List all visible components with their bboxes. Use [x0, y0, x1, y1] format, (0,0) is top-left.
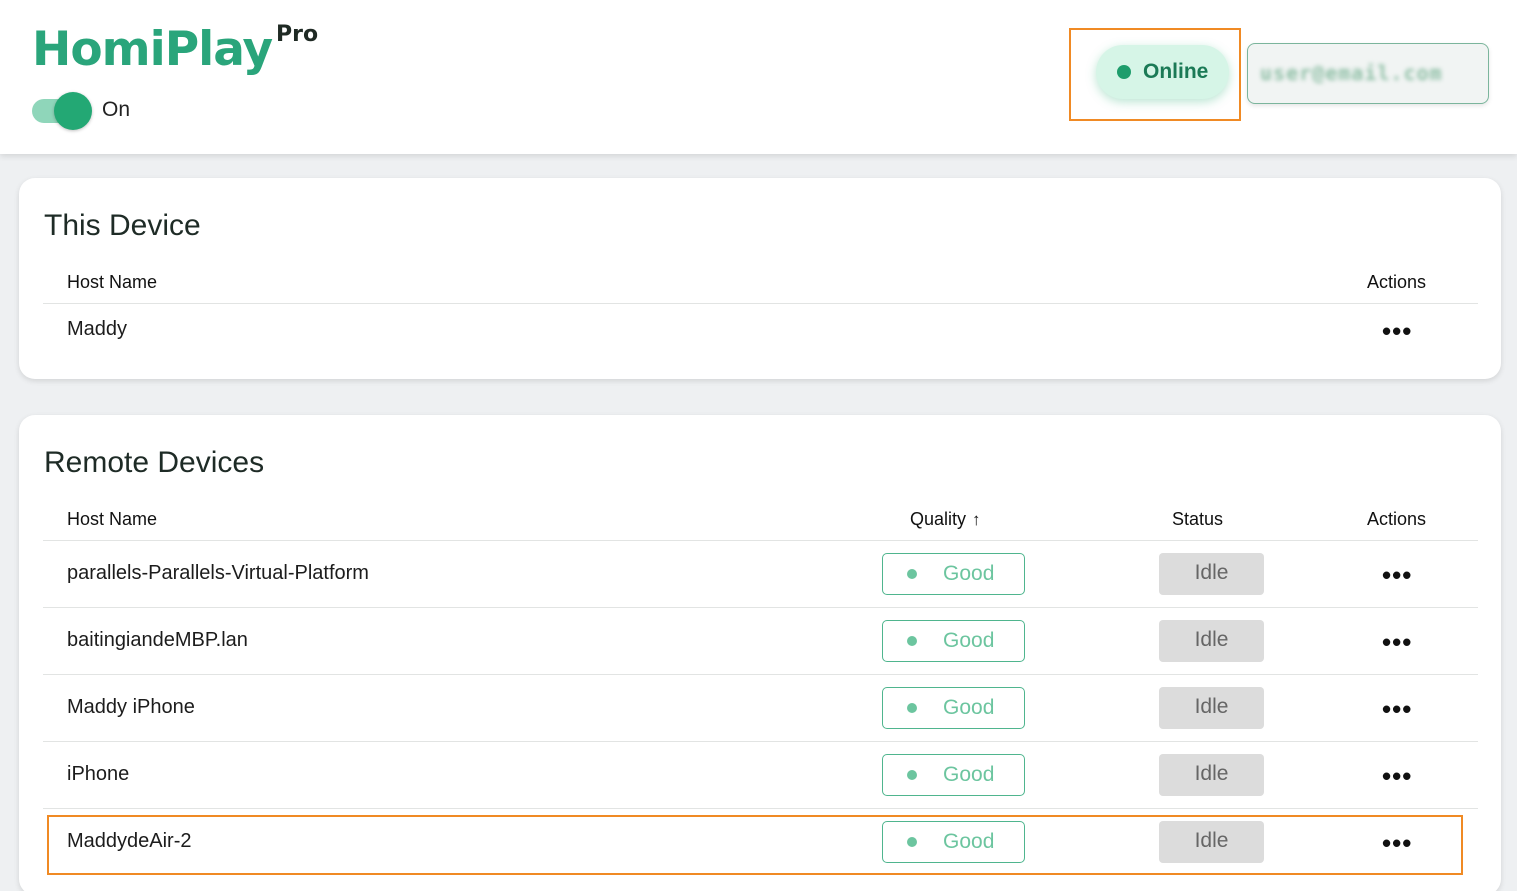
col-actions: Actions: [1367, 272, 1427, 292]
account-button[interactable]: user@email.com: [1247, 43, 1489, 104]
row-divider: [43, 741, 1478, 742]
online-status-pill[interactable]: Online: [1096, 45, 1229, 99]
this-device-title: This Device: [44, 209, 201, 242]
online-dot-icon: [1117, 65, 1131, 79]
status-label: Idle: [1194, 561, 1229, 584]
quality-badge: Good: [882, 553, 1025, 595]
status-label: Idle: [1194, 695, 1229, 718]
app-logo: HomiPlay: [32, 22, 273, 77]
toggle-knob: [54, 92, 92, 130]
quality-label: Good: [943, 763, 995, 786]
quality-label: Good: [943, 696, 995, 719]
status-badge: Idle: [1159, 754, 1264, 796]
header-divider: [43, 303, 1478, 304]
more-horizontal-icon[interactable]: •••: [1382, 629, 1412, 655]
remote-devices-title: Remote Devices: [44, 446, 265, 479]
quality-label: Good: [943, 629, 995, 652]
status-label: Idle: [1194, 628, 1229, 651]
col-host-name: Host Name: [67, 272, 158, 292]
quality-dot-icon: [907, 569, 917, 579]
more-horizontal-icon[interactable]: •••: [1382, 318, 1412, 344]
toggle-label: On: [102, 98, 131, 121]
remote-host-name: iPhone: [67, 763, 130, 785]
remote-host-name: parallels-Parallels-Virtual-Platform: [67, 562, 369, 584]
app-header: HomiPlay Pro On Online user@email.com: [0, 0, 1517, 154]
sort-ascending-icon: ↑: [972, 510, 981, 529]
more-horizontal-icon[interactable]: •••: [1382, 562, 1412, 588]
col-quality-label: Quality: [910, 509, 967, 529]
this-device-host-name: Maddy: [67, 318, 128, 340]
online-status-label: Online: [1143, 60, 1209, 83]
remote-host-name: Maddy iPhone: [67, 696, 195, 718]
remote-host-name: baitingiandeMBP.lan: [67, 629, 248, 651]
more-horizontal-icon[interactable]: •••: [1382, 696, 1412, 722]
row-divider: [43, 808, 1478, 809]
row-divider: [43, 607, 1478, 608]
this-device-card: This Device Host Name Actions Maddy •••: [19, 178, 1501, 379]
header-divider: [43, 540, 1478, 541]
col-actions: Actions: [1367, 509, 1427, 529]
more-horizontal-icon[interactable]: •••: [1382, 763, 1412, 789]
quality-label: Good: [943, 562, 995, 585]
col-quality[interactable]: Quality ↑: [910, 509, 981, 530]
row-highlight-frame: [47, 815, 1463, 875]
row-divider: [43, 674, 1478, 675]
quality-dot-icon: [907, 636, 917, 646]
pro-badge: Pro: [276, 22, 319, 47]
quality-badge: Good: [882, 620, 1025, 662]
quality-badge: Good: [882, 687, 1025, 729]
col-status: Status: [1172, 509, 1224, 529]
account-email: user@email.com: [1260, 61, 1443, 85]
status-badge: Idle: [1159, 687, 1264, 729]
status-badge: Idle: [1159, 620, 1264, 662]
quality-dot-icon: [907, 703, 917, 713]
quality-badge: Good: [882, 754, 1025, 796]
quality-dot-icon: [907, 770, 917, 780]
col-host-name: Host Name: [67, 509, 158, 529]
service-toggle[interactable]: [32, 92, 92, 130]
status-label: Idle: [1194, 762, 1229, 785]
status-badge: Idle: [1159, 553, 1264, 595]
